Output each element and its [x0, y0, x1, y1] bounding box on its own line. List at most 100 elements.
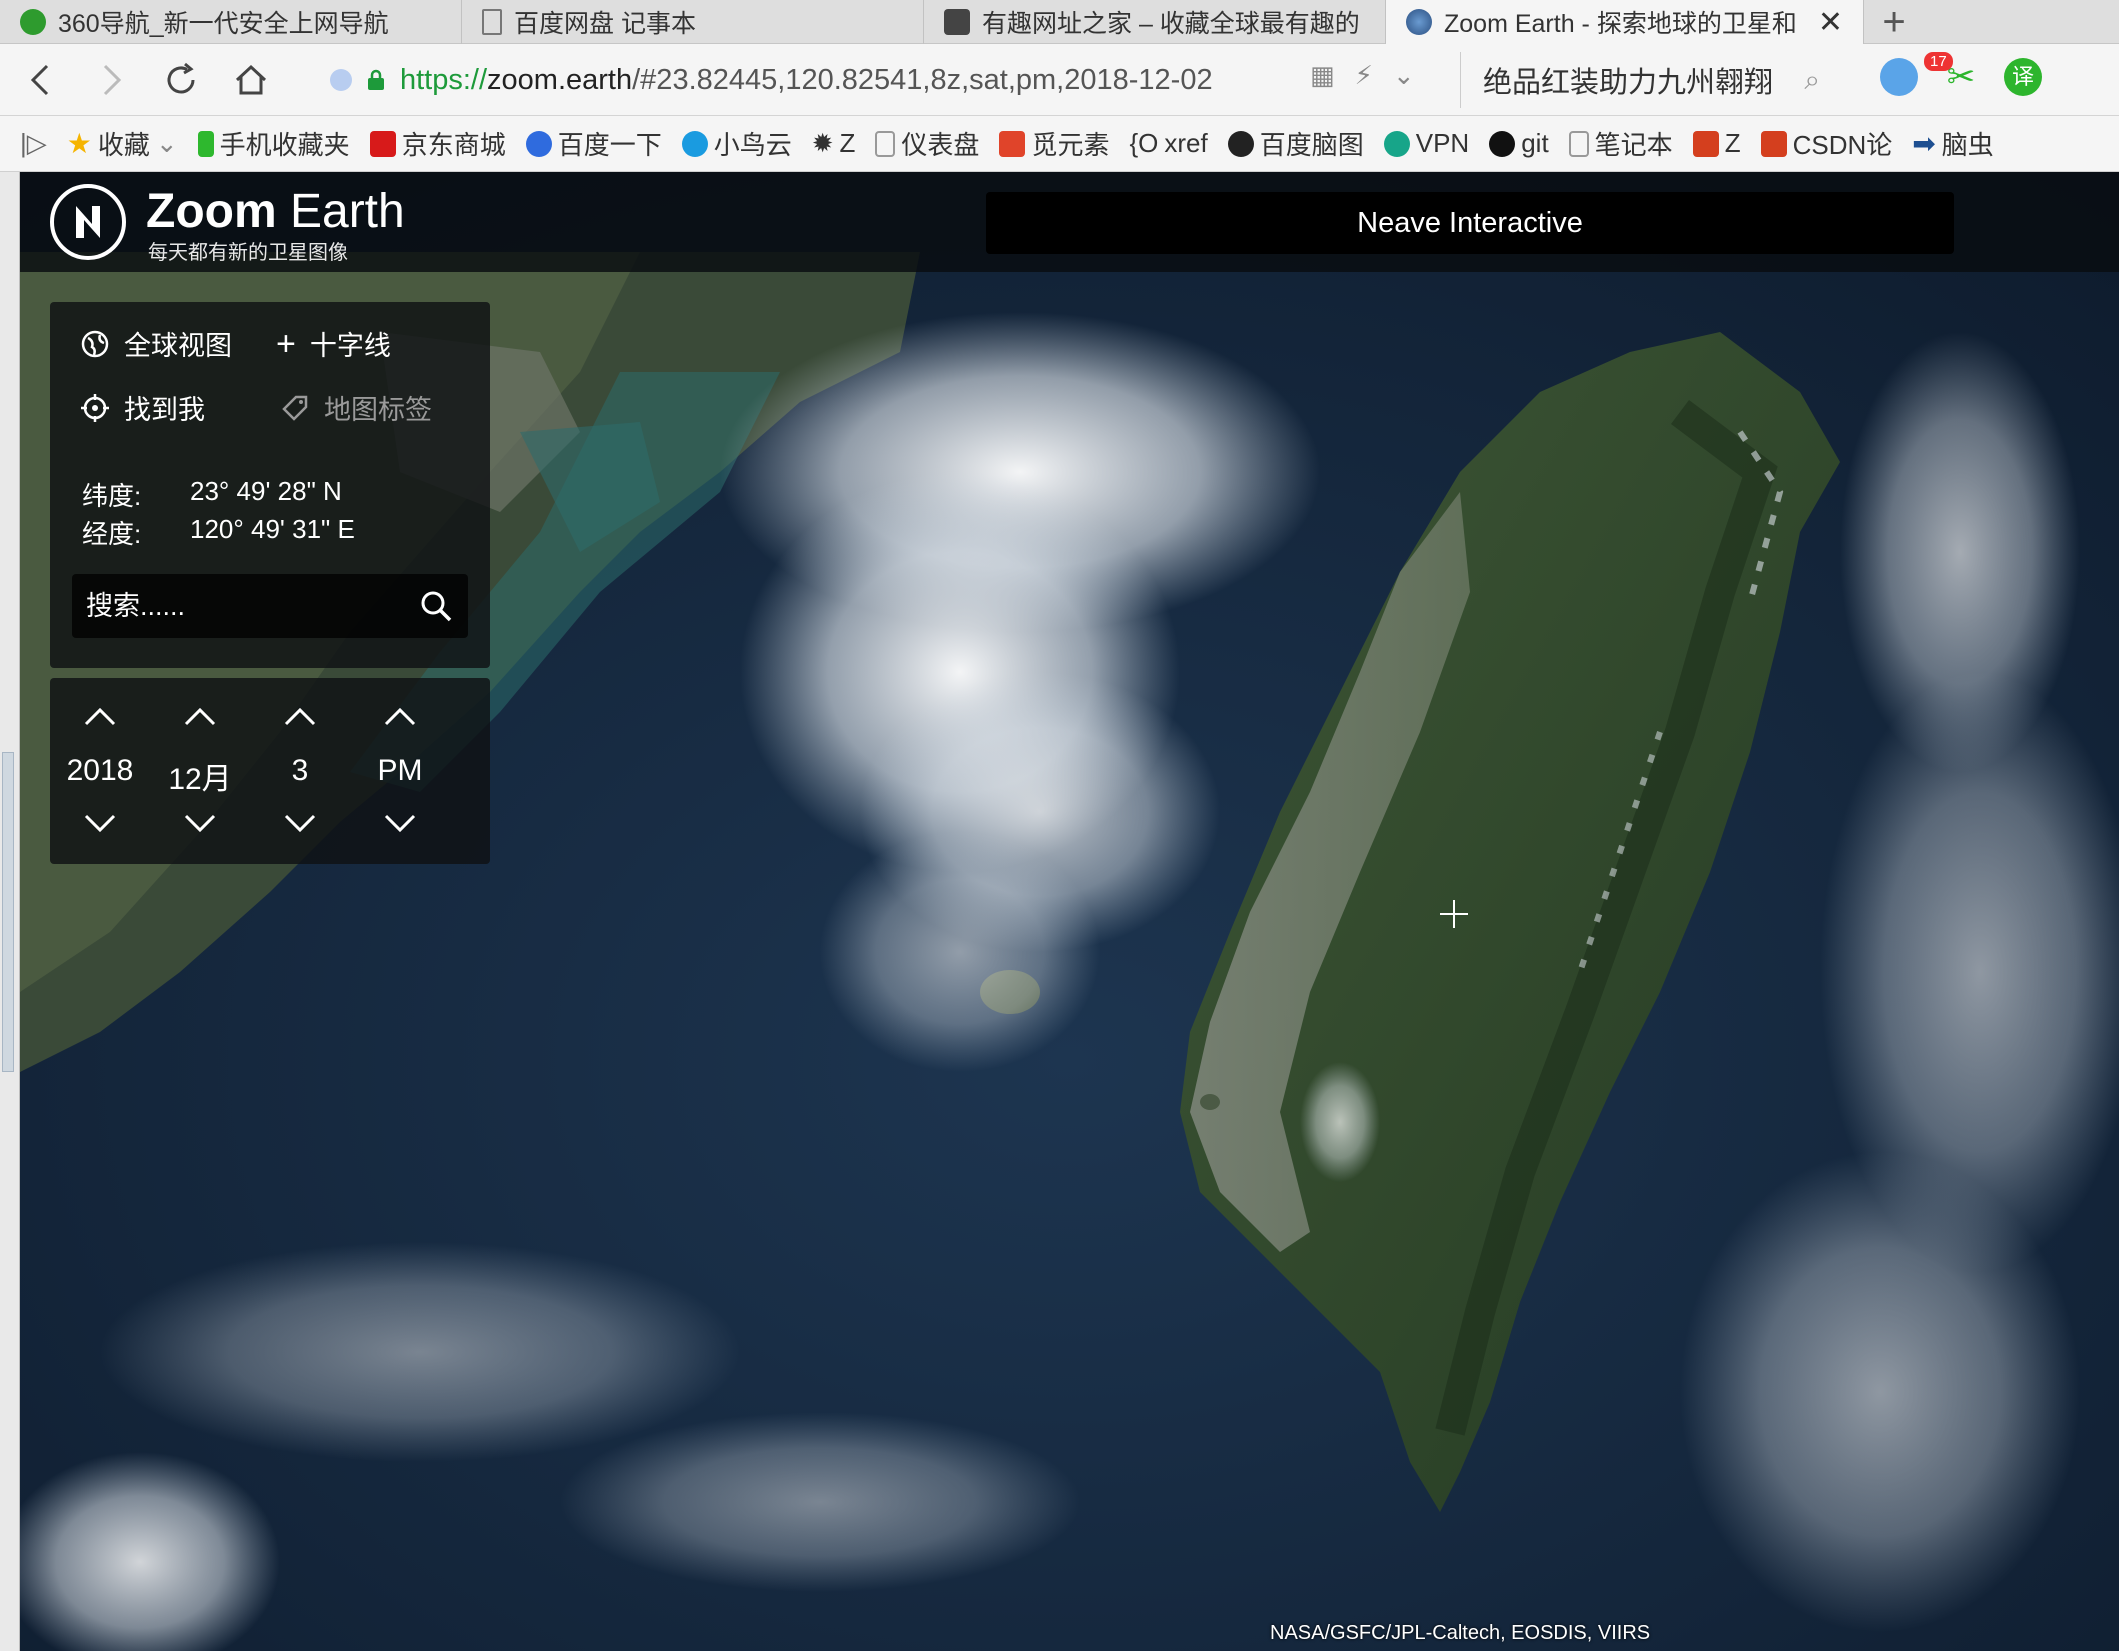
arrow-icon: ➡: [1912, 128, 1936, 159]
bookmark-item[interactable]: 百度脑图: [1227, 125, 1364, 162]
year-down-chevron-icon[interactable]: [82, 808, 118, 838]
cloud-icon: [681, 130, 708, 157]
map-labels-toggle[interactable]: 地图标签: [280, 388, 432, 427]
bookmark-item[interactable]: git: [1489, 128, 1549, 159]
bookmark-item[interactable]: 仪表盘: [875, 125, 979, 162]
tab-title: 360导航_新一代安全上网导航: [58, 10, 389, 38]
browser-search-box[interactable]: 绝品红装助力九州翱翔 ⌕: [1460, 52, 1840, 108]
zoom-earth-logo-icon[interactable]: [50, 184, 126, 260]
url-host: zoom.earth: [487, 63, 633, 96]
location-search: [72, 574, 468, 638]
url-actions: ▦ ⚡ ⌄: [1310, 60, 1415, 91]
back-button[interactable]: [6, 44, 76, 116]
bookmark-item[interactable]: 小鸟云: [681, 125, 792, 162]
tab-baidu-notebook[interactable]: 百度网盘 记事本: [462, 0, 924, 44]
bookmark-item[interactable]: 手机收藏夹: [197, 125, 350, 162]
address-field[interactable]: https://zoom.earth/#23.82445,120.82541,8…: [330, 52, 1430, 108]
message-icon[interactable]: [1880, 58, 1918, 96]
sidebar-toggle-icon[interactable]: |▷: [20, 128, 47, 159]
lock-icon: [368, 69, 384, 90]
crosshair-icon: [1440, 900, 1468, 928]
control-panel: 全球视图 + 十字线 找到我 地图标签 纬度: 23° 49' 28" N 经度…: [50, 302, 490, 668]
latitude-readout: 纬度: 23° 49' 28" N: [82, 476, 342, 513]
bookmark-item[interactable]: ➡ 脑虫: [1912, 125, 1993, 162]
tagline: 每天都有新的卫星图像: [148, 242, 348, 264]
url-path: /#23.82445,120.82541,8z,sat,pm,2018-12-0…: [632, 63, 1213, 96]
reload-button[interactable]: [146, 44, 216, 116]
csdn-icon: [1760, 130, 1787, 157]
page-viewport: Zoom Earth 每天都有新的卫星图像 Neave Interactive …: [0, 172, 2119, 1651]
page-icon: [1568, 130, 1589, 157]
longitude-readout: 经度: 120° 49' 31" E: [82, 514, 355, 551]
longitude-label: 经度:: [82, 519, 142, 549]
neave-banner[interactable]: Neave Interactive: [986, 192, 1954, 254]
tab-youqu[interactable]: 有趣网址之家 – 收藏全球最有趣的: [924, 0, 1386, 44]
bookmark-item[interactable]: Z: [1692, 128, 1741, 159]
bookmark-item[interactable]: 觅元素: [999, 125, 1109, 162]
month-up-chevron-icon[interactable]: [182, 702, 218, 732]
side-panel-handle[interactable]: [2, 752, 14, 1072]
brace-icon: {O: [1129, 128, 1159, 158]
bookmark-item[interactable]: ★ 收藏 ⌄: [67, 125, 178, 162]
home-icon: [235, 64, 267, 94]
translate-icon[interactable]: 译: [2004, 58, 2042, 96]
360-favicon-icon: [20, 9, 46, 35]
extension-icons: ✂ 译: [1880, 58, 2042, 96]
crosshair-toggle[interactable]: + 十字线: [276, 324, 391, 363]
month-down-chevron-icon[interactable]: [182, 808, 218, 838]
baidu-icon: [525, 130, 552, 157]
shield-icon: [330, 69, 352, 91]
forward-button[interactable]: [76, 44, 146, 116]
day-up-chevron-icon[interactable]: [282, 702, 318, 732]
csdn-icon: [1692, 130, 1719, 157]
longitude-value: 120° 49' 31" E: [190, 514, 355, 544]
address-toolbar: https://zoom.earth/#23.82445,120.82541,8…: [0, 44, 2119, 116]
tab-360-nav[interactable]: 360导航_新一代安全上网导航: [0, 0, 462, 44]
day-down-chevron-icon[interactable]: [282, 808, 318, 838]
qr-code-icon[interactable]: ▦: [1310, 60, 1335, 91]
bookmark-item[interactable]: VPN: [1383, 128, 1469, 159]
latitude-value: 23° 49' 28" N: [190, 476, 342, 506]
bookmark-item[interactable]: CSDN论: [1760, 125, 1892, 162]
period-down-chevron-icon[interactable]: [382, 808, 418, 838]
forward-arrow-icon: [103, 64, 122, 95]
tab-title: 有趣网址之家 – 收藏全球最有趣的: [982, 10, 1360, 38]
year-value: 2018: [66, 754, 134, 787]
mi-icon: [999, 130, 1026, 157]
month-value: 12月: [168, 763, 232, 796]
tab-title: Zoom Earth - 探索地球的卫星和: [1444, 10, 1797, 38]
day-value: 3: [291, 754, 309, 787]
page-icon: [482, 9, 502, 35]
reload-icon: [167, 62, 195, 93]
search-suggestion: 绝品红装助力九州翱翔: [1483, 67, 1774, 99]
lightning-icon[interactable]: ⚡: [1355, 60, 1373, 91]
search-input[interactable]: [86, 590, 406, 622]
zoom-earth-favicon-icon: [1406, 9, 1432, 35]
month-column: 12月: [150, 678, 250, 864]
bookmark-item[interactable]: ✹ Z: [812, 128, 856, 159]
home-button[interactable]: [216, 44, 286, 116]
find-me-button[interactable]: 找到我: [80, 388, 205, 427]
bookmark-item[interactable]: 京东商城: [369, 125, 506, 162]
global-view-button[interactable]: 全球视图: [80, 324, 232, 363]
year-column: 2018: [50, 678, 150, 864]
search-icon[interactable]: [418, 588, 454, 624]
plus-icon: +: [276, 324, 296, 363]
search-icon[interactable]: ⌕: [1804, 64, 1820, 97]
period-up-chevron-icon[interactable]: [382, 702, 418, 732]
bookmark-item[interactable]: 百度一下: [525, 125, 662, 162]
year-up-chevron-icon[interactable]: [82, 702, 118, 732]
tab-zoom-earth[interactable]: Zoom Earth - 探索地球的卫星和 ✕: [1386, 0, 1864, 44]
bookmark-item[interactable]: {O xref: [1129, 128, 1207, 159]
new-tab-button[interactable]: +: [1864, 0, 1924, 44]
brand-name: Zoom Earth: [146, 185, 405, 238]
imagery-attribution: NASA/GSFC/JPL-Caltech, EOSDIS, VIIRS: [1270, 1622, 1651, 1644]
day-column: 3: [250, 678, 350, 864]
chevron-down-icon[interactable]: ⌄: [1393, 60, 1415, 91]
url-scheme: https://: [400, 63, 488, 96]
close-tab-icon[interactable]: ✕: [1818, 5, 1843, 40]
tag-icon: [282, 395, 308, 421]
bookmark-item[interactable]: 笔记本: [1568, 125, 1673, 162]
side-panel-strip: [0, 172, 20, 1651]
vpn-icon: [1383, 130, 1410, 157]
